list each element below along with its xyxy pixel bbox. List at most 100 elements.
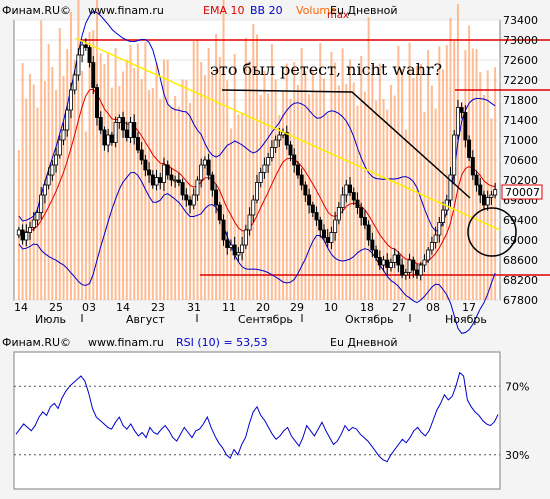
- volume-bar: [136, 43, 139, 300]
- rsi-instrument-label: Eu Дневной: [330, 336, 398, 349]
- candle-body: [240, 244, 245, 253]
- candle-body: [35, 212, 40, 221]
- candle-body: [467, 139, 472, 158]
- volume-bar: [371, 65, 374, 300]
- candle-body: [333, 219, 338, 233]
- volume-bar: [84, 131, 87, 300]
- volume-bar: [282, 90, 285, 300]
- candle-body: [173, 179, 178, 182]
- candle-body: [217, 204, 222, 221]
- volume-bar: [73, 60, 76, 300]
- candle-body: [180, 182, 185, 196]
- candle-body: [411, 259, 416, 271]
- candle-body: [403, 272, 408, 276]
- price-tick-label: 69000: [503, 234, 538, 247]
- candle-body: [221, 219, 226, 241]
- candle-body: [277, 134, 282, 141]
- candle-body: [414, 269, 419, 276]
- candle-body: [199, 164, 204, 181]
- candle-body: [470, 157, 475, 176]
- volume-bar: [203, 75, 206, 300]
- candle-body: [478, 184, 483, 196]
- candle-body: [292, 154, 297, 166]
- main-source-label: Финам.RU©: [2, 4, 71, 17]
- last-price-label: 70007: [505, 186, 540, 199]
- candle-body: [400, 264, 405, 276]
- candle-body: [109, 134, 114, 143]
- volume-bar: [226, 80, 229, 300]
- candle-body: [314, 212, 319, 221]
- rsi-tick-label: 70%: [505, 380, 529, 393]
- candle-body: [262, 164, 267, 173]
- candle-body: [295, 164, 300, 176]
- volume-bar: [259, 95, 262, 300]
- candle-body: [455, 107, 460, 136]
- volume-bar: [434, 108, 437, 300]
- candle-body: [344, 184, 349, 196]
- candle-body: [392, 254, 397, 263]
- candle-body: [463, 112, 468, 141]
- rsi-tick-label: 30%: [505, 449, 529, 462]
- candle-body: [139, 149, 144, 161]
- volume-bar: [114, 48, 117, 300]
- volume-bar: [248, 61, 251, 300]
- candle-body: [158, 177, 163, 183]
- volume-bar: [55, 90, 58, 300]
- volume-bar: [51, 67, 54, 300]
- month-label: Сентябрь: [238, 313, 293, 326]
- candle-body: [362, 217, 367, 226]
- volume-bar: [103, 64, 106, 300]
- volume-bar: [442, 69, 445, 300]
- month-label: Август: [126, 313, 165, 326]
- volume-bar: [122, 71, 125, 300]
- candle-body: [165, 164, 170, 176]
- x-tick-label: 11: [222, 301, 236, 314]
- x-tick-label: 27: [392, 301, 406, 314]
- candle-body: [303, 184, 308, 196]
- volume-bar: [464, 50, 467, 300]
- candle-body: [42, 184, 47, 196]
- candle-body: [377, 257, 382, 266]
- candle-body: [176, 179, 181, 183]
- candle-body: [68, 89, 73, 111]
- candle-body: [269, 147, 274, 158]
- rsi-legend: RSI (10) = 53,53: [176, 336, 268, 349]
- candle-body: [61, 129, 66, 141]
- volume-bar: [319, 43, 322, 300]
- candle-body: [288, 144, 293, 156]
- volume-bar: [174, 96, 177, 300]
- volume-bar: [326, 114, 329, 300]
- volume-bar: [430, 85, 433, 300]
- volume-bar: [62, 76, 65, 300]
- volume-bar: [334, 62, 337, 300]
- chart-window: 73400 73000 72600 72200 71800 71400 71000 70600…: [0, 0, 550, 499]
- volume-bar: [456, 4, 459, 300]
- price-tick-label: 72600: [503, 54, 538, 67]
- volume-bar: [88, 32, 91, 300]
- volume-bar: [330, 52, 333, 300]
- x-tick-label: 08: [426, 301, 440, 314]
- volume-bar: [490, 118, 493, 300]
- volume-bar: [241, 112, 244, 300]
- volume-bar: [393, 95, 396, 300]
- candle-body: [388, 262, 393, 268]
- volume-bar: [69, 12, 72, 300]
- candle-body: [489, 194, 494, 198]
- volume-bar: [99, 53, 102, 300]
- price-tick-label: 67800: [503, 294, 538, 307]
- candle-body: [169, 174, 174, 181]
- candle-body: [72, 74, 77, 91]
- candle-body: [76, 54, 81, 76]
- main-site-label: www.finam.ru: [88, 4, 164, 17]
- x-tick-label: 31: [187, 301, 201, 314]
- candle-body: [184, 194, 189, 201]
- candle-body: [121, 117, 126, 131]
- volume-bar: [337, 85, 340, 300]
- candle-body: [299, 174, 304, 186]
- candle-body: [28, 227, 33, 233]
- volume-bar: [32, 84, 35, 300]
- volume-bar: [151, 88, 154, 300]
- candle-body: [80, 44, 85, 56]
- candle-body: [228, 244, 233, 248]
- candle-body: [251, 199, 256, 216]
